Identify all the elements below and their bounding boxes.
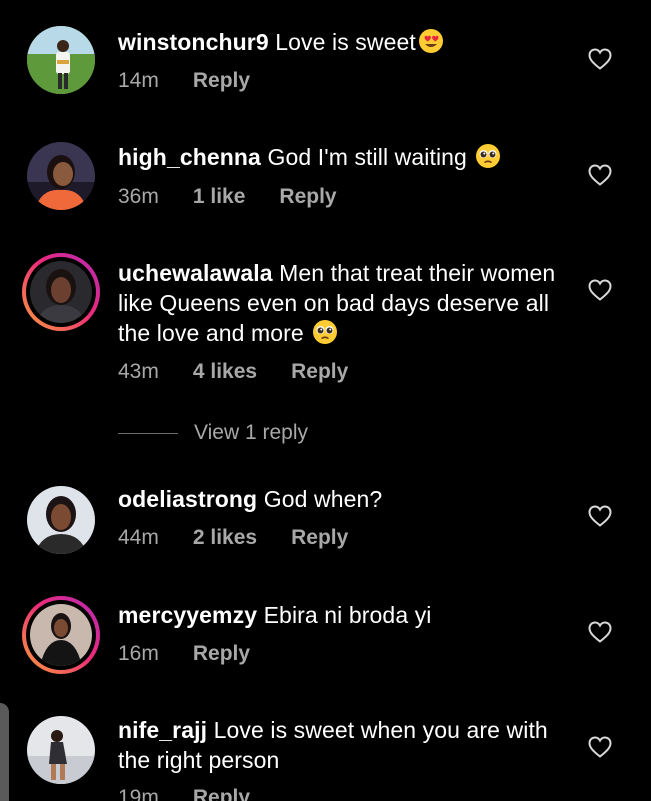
- comment-body: high_chenna God I'm still waiting: [118, 142, 558, 172]
- comment-username[interactable]: winstonchur9: [118, 29, 269, 55]
- avatar[interactable]: [27, 716, 95, 784]
- comment-meta: 43m 4 likes Reply: [118, 360, 382, 384]
- reply-button[interactable]: Reply: [291, 360, 348, 383]
- comment-time: 43m: [118, 360, 159, 383]
- reply-button[interactable]: Reply: [279, 185, 336, 208]
- heart-eyes-emoji-icon: [418, 28, 444, 54]
- comment-time: 36m: [118, 185, 159, 208]
- comment-body: mercyyemzy Ebira ni broda yi: [118, 600, 558, 630]
- comment-username[interactable]: nife_rajj: [118, 717, 207, 743]
- heart-icon[interactable]: [588, 164, 612, 186]
- comment-meta: 44m 2 likes Reply: [118, 526, 382, 550]
- heart-icon[interactable]: [588, 279, 612, 301]
- comment-text: Love is sweet: [275, 29, 416, 55]
- comment-meta: 16m Reply: [118, 642, 284, 666]
- view-replies-button[interactable]: View 1 reply: [118, 421, 308, 445]
- comment-text: God I'm still waiting: [267, 144, 467, 170]
- avatar[interactable]: [22, 253, 100, 331]
- comment-time: 14m: [118, 69, 159, 92]
- comment-body: nife_rajj Love is sweet when you are wit…: [118, 715, 558, 775]
- heart-icon[interactable]: [588, 621, 612, 643]
- reply-button[interactable]: Reply: [193, 642, 250, 665]
- comment-text: God when?: [263, 486, 383, 512]
- comment-meta: 19m Reply: [118, 786, 284, 801]
- avatar[interactable]: [27, 142, 95, 210]
- reply-button[interactable]: Reply: [193, 786, 250, 801]
- view-replies-label: View 1 reply: [194, 421, 309, 444]
- pleading-face-emoji-icon: [312, 319, 338, 345]
- reply-button[interactable]: Reply: [193, 69, 250, 92]
- heart-icon[interactable]: [588, 48, 612, 70]
- likes-count[interactable]: 1 like: [193, 185, 246, 208]
- likes-count[interactable]: 4 likes: [193, 360, 257, 383]
- comment-username[interactable]: high_chenna: [118, 144, 261, 170]
- avatar[interactable]: [22, 596, 100, 674]
- pleading-face-emoji-icon: [475, 143, 501, 169]
- comment-text: Ebira ni broda yi: [263, 602, 432, 628]
- avatar[interactable]: [27, 486, 95, 554]
- comment-username[interactable]: odeliastrong: [118, 486, 257, 512]
- comment-username[interactable]: uchewalawala: [118, 260, 273, 286]
- comment-meta: 14m Reply: [118, 69, 284, 93]
- comment-body: winstonchur9 Love is sweet: [118, 27, 558, 57]
- comment-body: uchewalawala Men that treat their women …: [118, 258, 558, 348]
- view-replies-divider: [118, 432, 178, 434]
- likes-count[interactable]: 2 likes: [193, 526, 257, 549]
- reply-button[interactable]: Reply: [291, 526, 348, 549]
- comment-time: 16m: [118, 642, 159, 665]
- comments-screen: winstonchur9 Love is sweet 14m Reply high…: [0, 0, 651, 801]
- comment-time: 44m: [118, 526, 159, 549]
- comment-meta: 36m 1 like Reply: [118, 185, 371, 209]
- comment-time: 19m: [118, 786, 159, 801]
- avatar[interactable]: [27, 26, 95, 94]
- comment-username[interactable]: mercyyemzy: [118, 602, 257, 628]
- edge-panel-handle[interactable]: [0, 703, 9, 801]
- comment-body: odeliastrong God when?: [118, 484, 558, 514]
- heart-icon[interactable]: [588, 736, 612, 758]
- heart-icon[interactable]: [588, 505, 612, 527]
